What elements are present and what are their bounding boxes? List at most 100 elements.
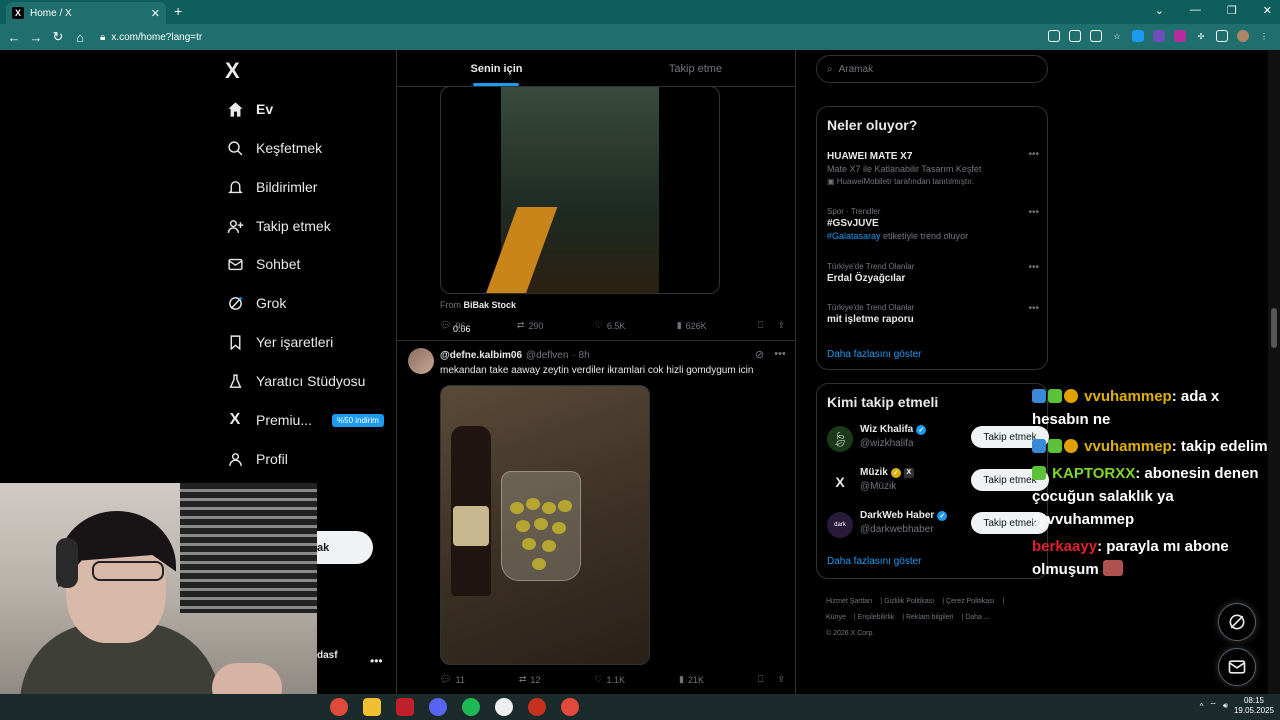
nav-item-home[interactable]: Ev bbox=[226, 100, 273, 118]
trend-item[interactable]: HUAWEI MATE X7 Mate X7 ile Katlanabilir … bbox=[827, 149, 1039, 186]
video-source-link[interactable]: BiBak Stock bbox=[464, 300, 517, 310]
search-input[interactable]: ⌕ Aramak bbox=[816, 55, 1048, 83]
nav-item-chat[interactable]: Sohbet bbox=[226, 255, 300, 273]
footer-link[interactable]: Reklam bilgileri bbox=[906, 614, 953, 621]
nav-item-creator-studio[interactable]: Yaratıcı Stüdyosu bbox=[226, 372, 365, 390]
tweet-author-handle[interactable]: @deflven bbox=[526, 350, 568, 361]
menu-dots-icon[interactable]: ⋮ bbox=[1258, 30, 1270, 42]
trend-item[interactable]: Türkiye'de Trend Olanlar mit işletme rap… bbox=[827, 303, 1039, 325]
x-icon: X bbox=[229, 411, 241, 428]
spotify-icon[interactable] bbox=[462, 698, 480, 716]
tab-following[interactable]: Takip etme bbox=[596, 50, 795, 86]
share-icon[interactable]: ⇪ bbox=[777, 320, 785, 331]
hashtag-link[interactable]: #Galatasaray bbox=[827, 231, 881, 241]
like-button[interactable]: ♡ 6.5K bbox=[595, 320, 626, 331]
avatar[interactable] bbox=[408, 348, 434, 374]
home-button-icon[interactable]: ⌂ bbox=[69, 30, 91, 45]
nav-item-explore[interactable]: Keşfetmek bbox=[226, 139, 322, 157]
chevron-up-icon[interactable]: ^ bbox=[1200, 702, 1204, 711]
volume-icon[interactable]: 🔊︎ bbox=[1223, 701, 1228, 711]
tweet-author-name[interactable]: @defne.kalbim06 bbox=[440, 350, 522, 361]
footer-link[interactable]: Hizmet Şartları bbox=[826, 598, 872, 605]
account-more-icon[interactable]: ••• bbox=[370, 654, 383, 668]
wifi-icon[interactable]: ⌔ bbox=[1209, 701, 1217, 711]
tweet-video[interactable] bbox=[440, 86, 720, 294]
extension-icon[interactable] bbox=[1132, 30, 1144, 42]
new-tab-button[interactable]: + bbox=[174, 3, 182, 19]
install-icon[interactable] bbox=[1048, 30, 1060, 42]
star-icon[interactable]: ☆ bbox=[1111, 30, 1123, 42]
extension-icon[interactable] bbox=[1174, 30, 1186, 42]
post-button[interactable]: ak bbox=[317, 531, 373, 564]
more-icon[interactable]: ••• bbox=[1028, 303, 1039, 314]
obs-icon[interactable] bbox=[495, 698, 513, 716]
grok-icon[interactable]: ⊘ bbox=[755, 348, 764, 361]
url-field[interactable]: 🔒︎ x.com/home?lang=tr bbox=[100, 29, 1030, 46]
messages-fab-button[interactable] bbox=[1218, 648, 1256, 686]
share-icon[interactable]: ⇪ bbox=[777, 674, 785, 685]
app-icon[interactable] bbox=[528, 698, 546, 716]
app-icon[interactable] bbox=[396, 698, 414, 716]
follow-suggestion[interactable]: X Müzik ✓ X @Müzik Takip etmek bbox=[827, 467, 1049, 501]
grok-fab-button[interactable] bbox=[1218, 603, 1256, 641]
tweet-time[interactable]: · 8h bbox=[572, 350, 589, 361]
forward-arrow-icon[interactable]: → bbox=[25, 30, 47, 45]
sidebar-icon[interactable] bbox=[1216, 30, 1228, 42]
nav-item-grok[interactable]: Grok bbox=[226, 294, 286, 312]
more-icon[interactable]: ••• bbox=[1028, 262, 1039, 273]
follow-suggestion[interactable]: 🍃︎ Wiz Khalifa ✓ @wizkhalifa Takip etmek bbox=[827, 424, 1049, 458]
tab-for-you[interactable]: Senin için bbox=[397, 50, 596, 86]
translate-icon[interactable] bbox=[1069, 30, 1081, 42]
repost-button[interactable]: ⇄ 12 bbox=[519, 674, 541, 685]
nav-item-bookmarks[interactable]: Yer işaretleri bbox=[226, 333, 333, 351]
nav-item-follow[interactable]: Takip etmek bbox=[226, 217, 331, 235]
reload-icon[interactable]: ↻ bbox=[47, 29, 69, 45]
who-show-more-link[interactable]: Daha fazlasını göster bbox=[827, 556, 922, 567]
footer-link[interactable]: Gizlilik Politikası bbox=[884, 598, 934, 605]
minimize-icon[interactable]: — bbox=[1190, 4, 1201, 17]
nav-item-premium[interactable]: X Premiu... %50 indirim bbox=[226, 411, 384, 429]
like-button[interactable]: ♡ 1.1K bbox=[594, 674, 625, 685]
discord-icon[interactable] bbox=[429, 698, 447, 716]
avatar[interactable] bbox=[1237, 30, 1249, 42]
bookmark-icon[interactable]: ⎕ bbox=[758, 320, 763, 331]
trend-item[interactable]: Spor · Trendler #GSvJUVE #Galatasaray et… bbox=[827, 207, 1039, 241]
chrome-icon[interactable] bbox=[330, 698, 348, 716]
views-button[interactable]: ▮ 21K bbox=[679, 674, 704, 685]
reply-button[interactable]: 💬︎ 96 bbox=[440, 320, 465, 331]
share-icon[interactable] bbox=[1090, 30, 1102, 42]
account-name[interactable]: dasf bbox=[317, 650, 338, 661]
footer-link[interactable]: Erişilebilirlik bbox=[858, 614, 895, 621]
follow-suggestion[interactable]: dark DarkWeb Haber ✓ @darkwebhaber Takip … bbox=[827, 510, 1049, 544]
tweet-text: mekandan take aaway zeytin verdiler ikra… bbox=[440, 365, 754, 376]
nav-item-notifications[interactable]: Bildirimler bbox=[226, 178, 317, 196]
nav-item-profile[interactable]: Profil bbox=[226, 450, 288, 468]
scrollbar-thumb[interactable] bbox=[1271, 308, 1277, 348]
puzzle-icon[interactable]: ✣ bbox=[1195, 30, 1207, 42]
browser-tab[interactable]: X Home / X ✕ bbox=[6, 2, 166, 24]
footer-link[interactable]: Daha ... bbox=[965, 614, 990, 621]
close-icon[interactable]: ✕ bbox=[1263, 4, 1272, 17]
page-scrollbar[interactable] bbox=[1268, 50, 1280, 694]
more-icon[interactable]: ••• bbox=[774, 348, 786, 361]
chevron-down-icon[interactable]: ⌄ bbox=[1155, 4, 1164, 17]
folder-icon[interactable] bbox=[363, 698, 381, 716]
tab-close-icon[interactable]: ✕ bbox=[151, 7, 160, 20]
bookmark-icon[interactable]: ⎕ bbox=[758, 674, 763, 685]
chrome-icon[interactable] bbox=[561, 698, 579, 716]
back-arrow-icon[interactable]: ← bbox=[3, 30, 25, 45]
clock[interactable]: 08:15 19.05.2025 bbox=[1234, 696, 1274, 716]
views-button[interactable]: ▮ 626K bbox=[677, 320, 707, 331]
tweet-photo[interactable] bbox=[440, 385, 650, 665]
footer-link[interactable]: Künye bbox=[826, 614, 846, 621]
footer-link[interactable]: Çerez Politikası bbox=[946, 598, 995, 605]
trends-show-more-link[interactable]: Daha fazlasını göster bbox=[827, 349, 922, 360]
restore-icon[interactable]: ❐ bbox=[1227, 4, 1237, 17]
trend-item[interactable]: Türkiye'de Trend Olanlar Erdal Özyağcıla… bbox=[827, 262, 1039, 284]
reply-button[interactable]: 💬︎ 11 bbox=[440, 674, 465, 685]
more-icon[interactable]: ••• bbox=[1028, 207, 1039, 218]
repost-button[interactable]: ⇄ 290 bbox=[517, 320, 544, 331]
more-icon[interactable]: ••• bbox=[1028, 149, 1039, 160]
x-logo[interactable]: X bbox=[225, 58, 240, 84]
extension-icon[interactable] bbox=[1153, 30, 1165, 42]
